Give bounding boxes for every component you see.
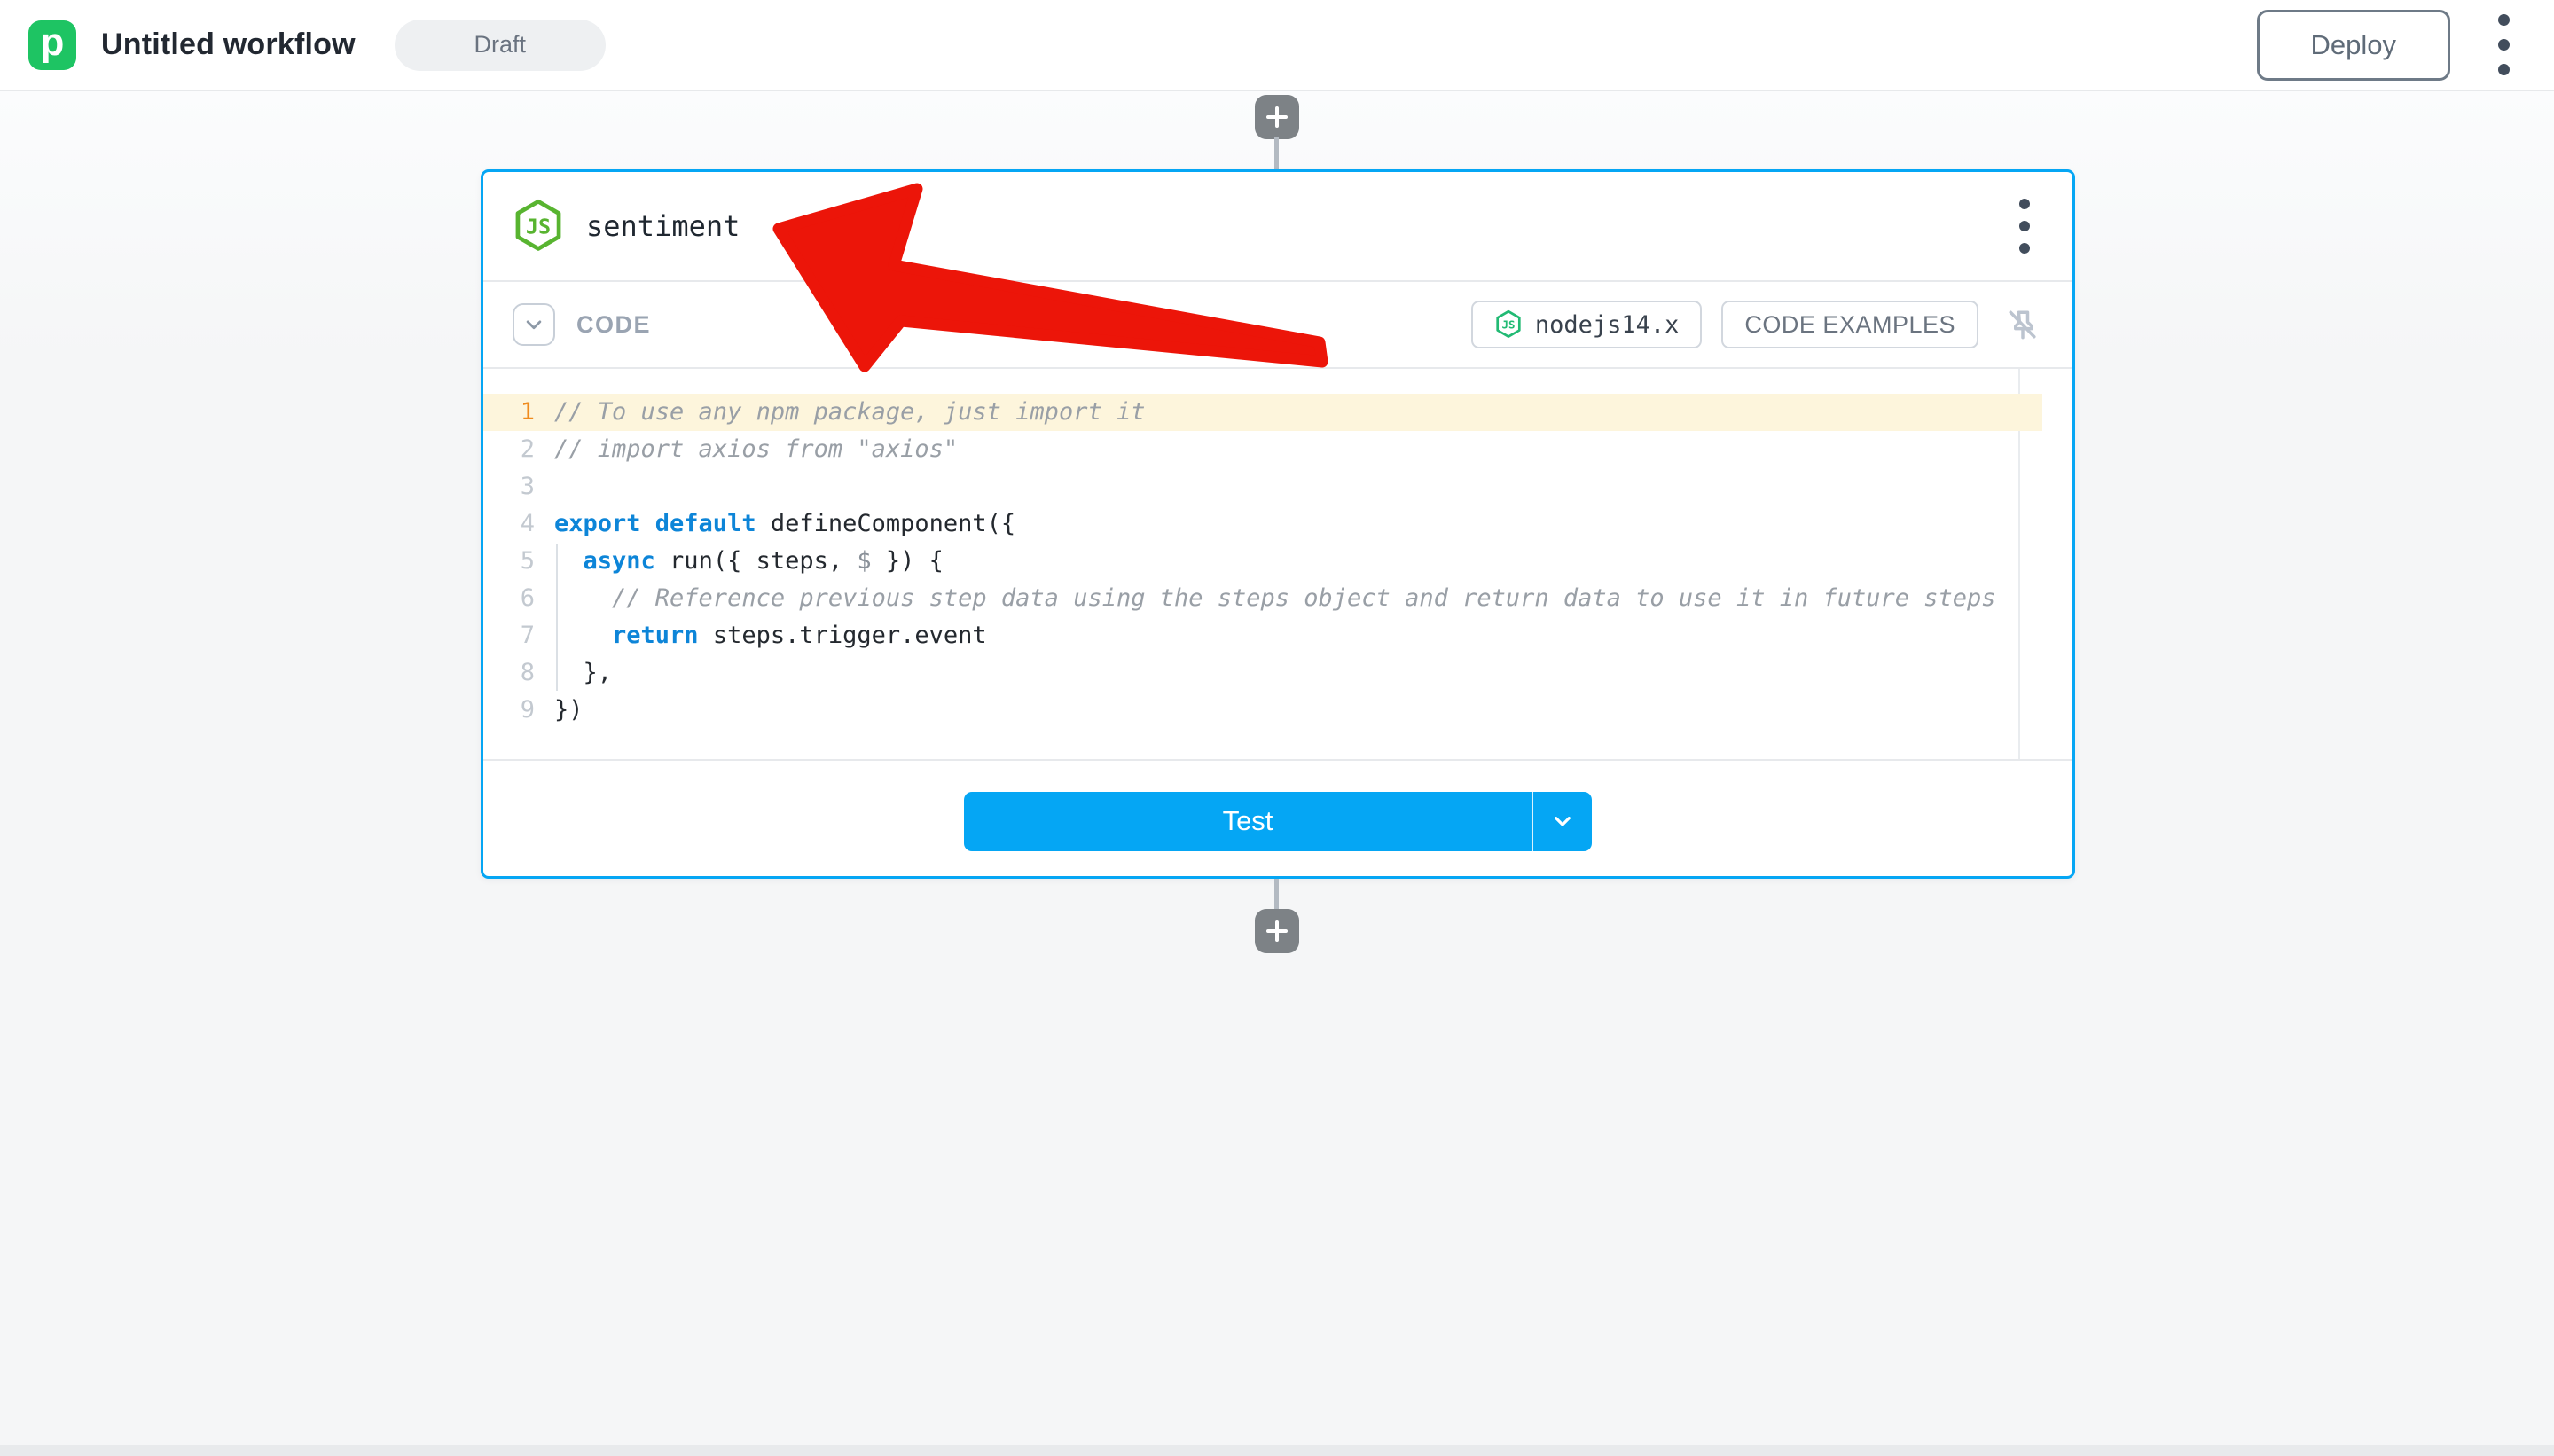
line-number: 5 xyxy=(483,543,535,580)
nodejs-small-icon: JS xyxy=(1494,309,1523,340)
code-line[interactable]: 3 xyxy=(483,468,2072,505)
connector-line-top xyxy=(1274,137,1279,171)
nodejs-icon: JS xyxy=(512,198,565,254)
code-section-toolbar: CODE JS nodejs14.x CODE EXAMPLES xyxy=(483,282,2072,367)
add-step-below-button[interactable] xyxy=(1255,909,1299,953)
code-line[interactable]: 4export default defineComponent({ xyxy=(483,505,2072,543)
code-line-text: return steps.trigger.event xyxy=(535,617,987,654)
line-number: 1 xyxy=(483,394,535,431)
code-examples-label: CODE EXAMPLES xyxy=(1744,311,1955,339)
step-menu-kebab-icon[interactable] xyxy=(2010,190,2039,262)
plus-icon xyxy=(1264,918,1290,944)
test-row: Test xyxy=(483,761,2072,881)
code-line[interactable]: 2// import axios from "axios" xyxy=(483,431,2072,468)
code-line-text: }, xyxy=(535,654,612,692)
test-split-button: Test xyxy=(964,792,1592,851)
code-line[interactable]: 5 async run({ steps, $ }) { xyxy=(483,543,2072,580)
workflow-editor: p Untitled workflow Draft Deploy JS sent… xyxy=(0,0,2554,1456)
status-badge: Draft xyxy=(395,20,606,71)
code-line[interactable]: 9}) xyxy=(483,692,2072,729)
canvas-bottom-edge xyxy=(0,1445,2554,1456)
line-number: 9 xyxy=(483,692,535,729)
unpin-button[interactable] xyxy=(1998,305,2048,344)
test-options-button[interactable] xyxy=(1532,792,1592,851)
chevron-down-icon xyxy=(1548,807,1577,835)
code-editor[interactable]: 1// To use any npm package, just import … xyxy=(483,369,2072,759)
code-examples-button[interactable]: CODE EXAMPLES xyxy=(1721,301,1978,348)
pipedream-logo-icon[interactable]: p xyxy=(28,20,76,70)
toolbar-right-group: JS nodejs14.x CODE EXAMPLES xyxy=(1471,301,2048,348)
pin-off-icon xyxy=(2003,305,2042,344)
chevron-down-icon xyxy=(521,311,547,338)
runtime-label: nodejs14.x xyxy=(1535,311,1680,339)
collapse-section-button[interactable] xyxy=(513,303,555,346)
code-line-text xyxy=(535,468,554,505)
workflow-title[interactable]: Untitled workflow xyxy=(101,27,356,62)
plus-icon xyxy=(1264,104,1290,130)
code-line[interactable]: 7 return steps.trigger.event xyxy=(483,617,2072,654)
code-line-text: // To use any npm package, just import i… xyxy=(535,394,1145,431)
code-lines-container: 1// To use any npm package, just import … xyxy=(483,394,2072,729)
code-line[interactable]: 1// To use any npm package, just import … xyxy=(483,394,2042,431)
line-number: 8 xyxy=(483,654,535,692)
code-line-text: async run({ steps, $ }) { xyxy=(535,543,944,580)
code-line-text: // import axios from "axios" xyxy=(535,431,958,468)
step-card-header: JS sentiment xyxy=(483,172,2072,280)
deploy-button[interactable]: Deploy xyxy=(2257,10,2451,81)
step-name[interactable]: sentiment xyxy=(586,209,740,243)
add-step-above-button[interactable] xyxy=(1255,95,1299,139)
code-line[interactable]: 6 // Reference previous step data using … xyxy=(483,580,2072,617)
top-bar: p Untitled workflow Draft Deploy xyxy=(0,0,2554,91)
workflow-canvas: JS sentiment CODE JS xyxy=(0,91,2554,1456)
line-number: 6 xyxy=(483,580,535,617)
line-number: 2 xyxy=(483,431,535,468)
code-line-text: }) xyxy=(535,692,584,729)
code-section-label: CODE xyxy=(576,311,651,339)
line-number: 4 xyxy=(483,505,535,543)
test-button[interactable]: Test xyxy=(964,792,1532,851)
connector-line-bottom xyxy=(1274,879,1279,911)
svg-text:JS: JS xyxy=(526,214,551,239)
code-line-text: // Reference previous step data using th… xyxy=(535,580,1996,617)
workflow-menu-kebab-icon[interactable] xyxy=(2489,5,2519,84)
runtime-badge[interactable]: JS nodejs14.x xyxy=(1471,301,1703,348)
step-card-sentiment: JS sentiment CODE JS xyxy=(481,169,2075,879)
code-line-text: export default defineComponent({ xyxy=(535,505,1015,543)
code-line[interactable]: 8 }, xyxy=(483,654,2072,692)
svg-text:JS: JS xyxy=(1501,318,1515,332)
line-number: 7 xyxy=(483,617,535,654)
line-number: 3 xyxy=(483,468,535,505)
